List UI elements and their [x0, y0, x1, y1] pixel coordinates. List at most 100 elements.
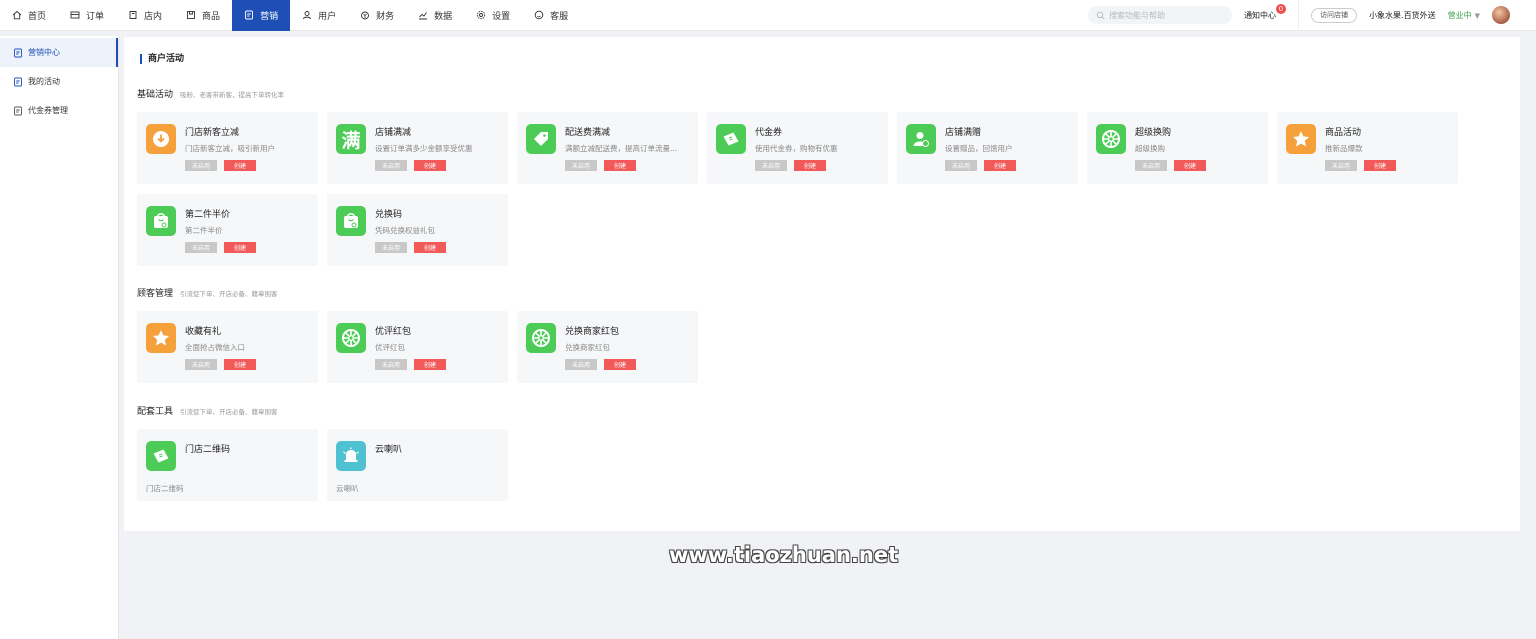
create-button[interactable]: 创建 — [1364, 160, 1396, 171]
create-button[interactable]: 创建 — [414, 359, 446, 370]
disabled-status-button[interactable]: 未启用 — [185, 160, 217, 171]
nav-item-settings[interactable]: 设置 — [464, 0, 522, 31]
card-description: 第二件半价 — [185, 226, 223, 235]
caret-down-icon: ▼ — [1474, 11, 1480, 20]
activity-card[interactable]: 优评红包 优评红包 未启用 创建 — [327, 311, 508, 383]
card-actions: 未启用 创建 — [1325, 160, 1396, 171]
activity-card[interactable]: 代金券 使用代金券，购物有优惠 未启用 创建 — [707, 112, 888, 184]
nav-item-data[interactable]: 数据 — [406, 0, 464, 31]
create-button[interactable]: 创建 — [1174, 160, 1206, 171]
sidebar-item-my-activities[interactable]: 我的活动 — [0, 67, 118, 96]
card-title: 商品活动 — [1325, 128, 1362, 138]
nav-item-marketing[interactable]: 营销 — [232, 0, 291, 31]
disabled-status-button[interactable]: 未启用 — [565, 160, 597, 171]
activity-card[interactable]: 配送费满减 满额立减配送费，提高订单流量... 未启用 创建 — [517, 112, 698, 184]
create-button[interactable]: 创建 — [604, 160, 636, 171]
search-input[interactable]: 搜索功能与帮助 — [1088, 6, 1233, 24]
create-button[interactable]: 创建 — [794, 160, 826, 171]
nav-item-orders[interactable]: 订单 — [58, 0, 116, 31]
card-actions: 未启用 创建 — [565, 359, 636, 370]
nav-item-home[interactable]: 首页 — [0, 0, 58, 31]
create-button[interactable]: 创建 — [224, 359, 256, 370]
activity-card[interactable]: 兑换码凭码兑换权益礼包 未启用 创建 — [327, 194, 508, 266]
disabled-status-button[interactable]: 未启用 — [945, 160, 977, 171]
disabled-status-button[interactable]: 未启用 — [185, 359, 217, 370]
card-description: 凭码兑换权益礼包 — [375, 226, 435, 235]
disabled-status-button[interactable]: 未启用 — [1135, 160, 1167, 171]
disabled-status-button[interactable]: 未启用 — [185, 242, 217, 253]
disabled-status-button[interactable]: 未启用 — [565, 359, 597, 370]
disabled-status-button[interactable]: 未启用 — [375, 359, 407, 370]
create-button[interactable]: 创建 — [414, 160, 446, 171]
activity-card[interactable]: 门店二维码 门店二维码 — [137, 429, 318, 501]
card-description: 门店新客立减，吸引新用户 — [185, 144, 275, 153]
nav-item-label: 订单 — [86, 11, 105, 22]
activity-card[interactable]: 店铺满赠 设置赠品，回馈用户 未启用 创建 — [897, 112, 1078, 184]
activity-card[interactable]: 门店新客立减 门店新客立减，吸引新用户 未启用 创建 — [137, 112, 318, 184]
divider — [1298, 0, 1300, 31]
activity-card[interactable]: 兑换商家红包 兑换商家红包 未启用 创建 — [517, 311, 698, 383]
section-title: 顾客管理 — [137, 289, 174, 299]
create-button[interactable]: 创建 — [984, 160, 1016, 171]
card-description: 云喇叭 — [336, 484, 359, 493]
scrollbar[interactable] — [1522, 37, 1536, 531]
gift-user-icon — [906, 124, 936, 154]
activity-card[interactable]: 商品活动 推新品爆款 未启用 创建 — [1277, 112, 1458, 184]
create-button[interactable]: 创建 — [414, 242, 446, 253]
nav-item-goods[interactable]: 商品 — [174, 0, 232, 31]
card-actions: 未启用 创建 — [185, 160, 256, 171]
nav-item-users[interactable]: 用户 — [290, 0, 348, 31]
card-actions: 未启用 创建 — [185, 242, 256, 253]
sidebar-item-coupon-management[interactable]: 代金券管理 — [0, 96, 118, 125]
create-button[interactable]: 创建 — [224, 160, 256, 171]
activity-card[interactable]: 云喇叭 云喇叭 — [327, 429, 508, 501]
disabled-status-button[interactable]: 未启用 — [755, 160, 787, 171]
main-nav: 首页 订单 店内 商品 营销 用户 财务 数据 设置 客服 — [0, 0, 580, 31]
card-actions: 未启用 创建 — [945, 160, 1016, 171]
activity-card[interactable]: 满店铺满减 设置订单满多少金额享受优惠 未启用 创建 — [327, 112, 508, 184]
user-icon — [302, 10, 312, 20]
watermark: www.tiaozhuan.net — [669, 543, 899, 567]
card-actions: 未启用 创建 — [565, 160, 636, 171]
card-actions: 未启用 创建 — [755, 160, 826, 171]
business-status-label: 营业中 — [1447, 10, 1472, 20]
activity-card[interactable]: 第二件半价 第二件半价 未启用 创建 — [137, 194, 318, 266]
document-icon — [14, 106, 22, 115]
ticket-icon — [716, 124, 746, 154]
card-title: 店铺满赠 — [945, 128, 982, 138]
section-header: 基础活动 吸粉、老客带新客，提高下单转化率 — [137, 87, 284, 100]
nav-item-label: 店内 — [144, 11, 163, 22]
disabled-status-button[interactable]: 未启用 — [375, 160, 407, 171]
visit-store-button[interactable]: 访问店铺 — [1311, 7, 1358, 23]
nav-item-service[interactable]: 客服 — [522, 0, 580, 31]
avatar[interactable] — [1492, 6, 1510, 24]
section-description: 引流促下单、开店必备、籍章围客 — [180, 408, 278, 416]
create-button[interactable]: 创建 — [224, 242, 256, 253]
activity-card[interactable]: 收藏有礼 全面抢占微信入口 未启用 创建 — [137, 311, 318, 383]
nav-item-finance[interactable]: 财务 — [348, 0, 406, 31]
card-description: 超级换购 — [1135, 144, 1165, 153]
home-icon — [12, 10, 22, 20]
notification-center[interactable]: 通知中心 0 — [1244, 3, 1287, 21]
star-icon — [146, 323, 176, 353]
disabled-status-button[interactable]: 未启用 — [375, 242, 407, 253]
disabled-status-button[interactable]: 未启用 — [1325, 160, 1357, 171]
card-description: 门店二维码 — [146, 484, 184, 493]
card-title: 兑换码 — [375, 210, 403, 220]
card-title: 第二件半价 — [185, 210, 231, 220]
tag-icon — [526, 124, 556, 154]
activity-card[interactable]: 超级换购 超级换购 未启用 创建 — [1087, 112, 1268, 184]
card-title: 兑换商家红包 — [565, 327, 620, 337]
section-description: 引流促下单、开店必备、籍章围客 — [180, 290, 278, 298]
create-button[interactable]: 创建 — [604, 359, 636, 370]
sidebar-item-label: 我的活动 — [28, 77, 60, 86]
sidebar: 营销中心 我的活动 代金券管理 — [0, 36, 119, 639]
business-status-dropdown[interactable]: 营业中 ▼ — [1448, 10, 1480, 21]
sidebar-item-marketing-center[interactable]: 营销中心 — [0, 38, 118, 67]
page-title: 商户活动 — [140, 54, 184, 64]
card-actions: 未启用 创建 — [375, 359, 446, 370]
chat-icon — [534, 10, 544, 20]
notification-badge: 0 — [1275, 3, 1287, 14]
card-title: 收藏有礼 — [185, 327, 222, 337]
nav-item-instore[interactable]: 店内 — [116, 0, 174, 31]
